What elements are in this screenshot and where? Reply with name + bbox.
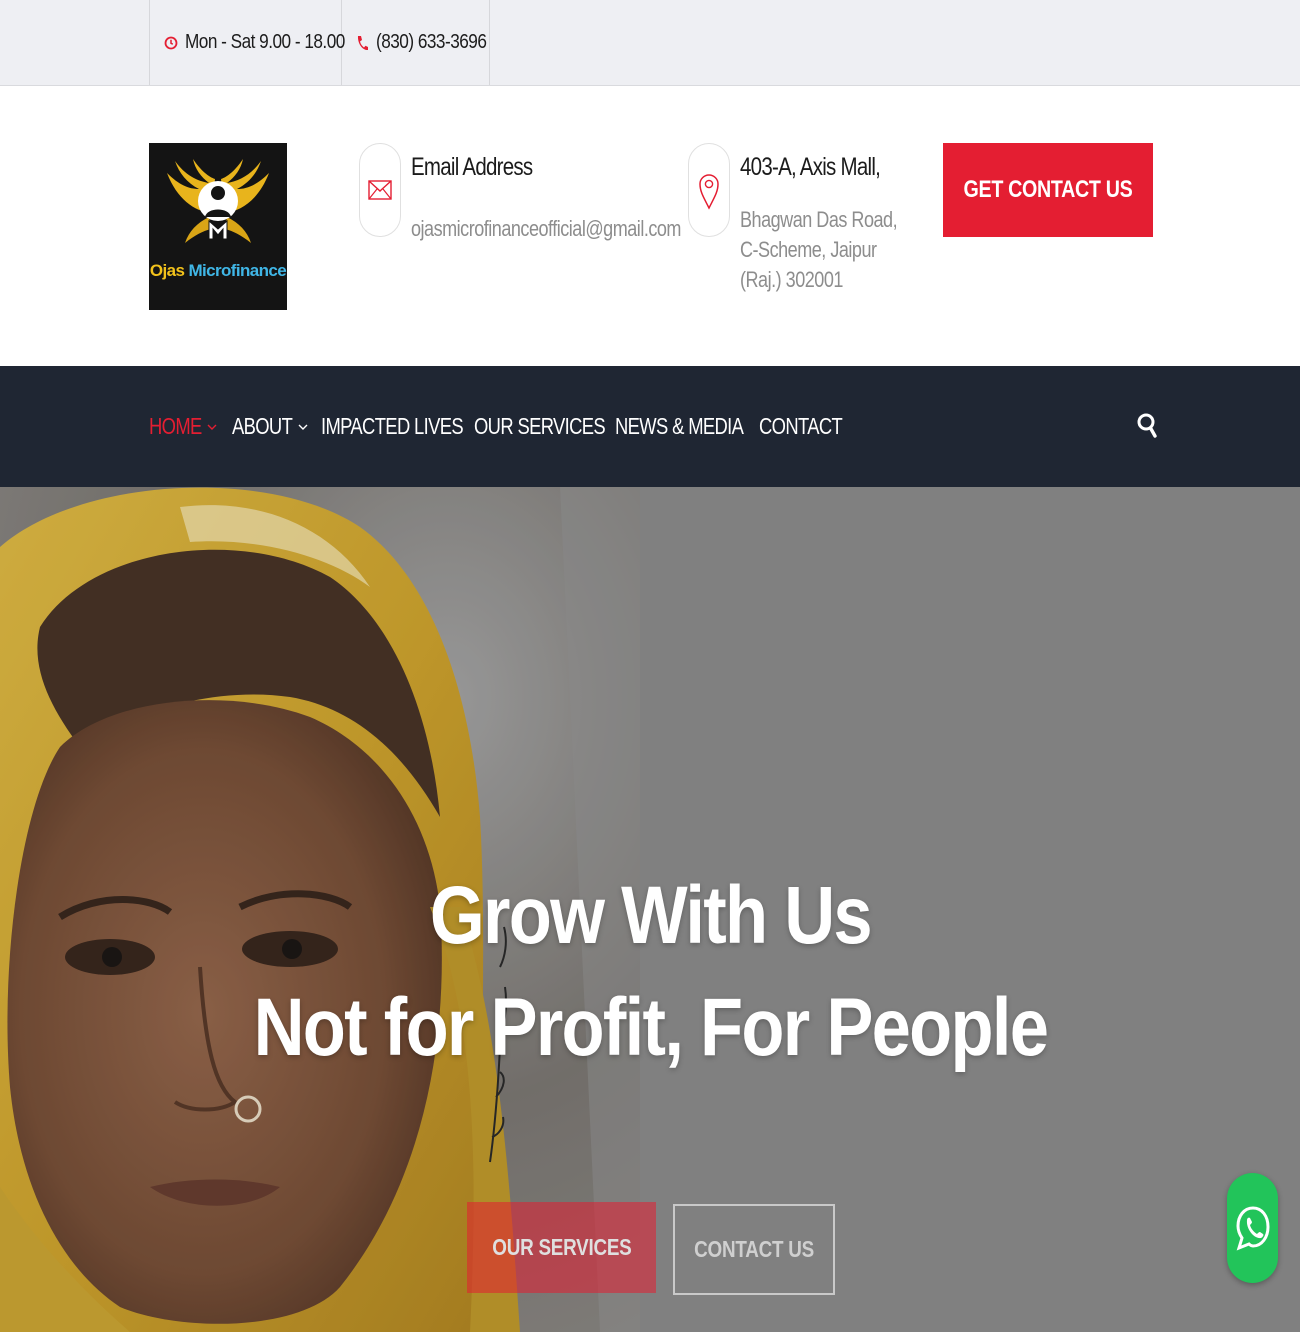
address-line-1: Bhagwan Das Road, xyxy=(740,207,898,232)
logo-word-ojas: Ojas xyxy=(149,261,185,280)
address-title: 403-A, Axis Mall, xyxy=(740,153,881,181)
whatsapp-chat-button[interactable] xyxy=(1227,1173,1278,1283)
phone-number-text: (830) 633-3696 xyxy=(376,31,487,53)
site-logo[interactable]: Ojas Microfinance xyxy=(149,143,287,310)
email-title: Email Address xyxy=(411,153,533,181)
chevron-down-icon xyxy=(207,424,217,430)
nav-item-news-media[interactable]: NEWS & MEDIA xyxy=(615,413,759,440)
nav-label: NEWS & MEDIA xyxy=(615,413,744,439)
nav-label: CONTACT xyxy=(759,413,843,439)
whatsapp-icon xyxy=(1235,1206,1270,1251)
logo-emblem xyxy=(167,159,269,243)
email-value[interactable]: ojasmicrofinanceofficial@gmail.com xyxy=(411,214,681,244)
opening-hours-text: Mon - Sat 9.00 - 18.00 xyxy=(185,31,345,53)
nav-item-home[interactable]: HOME xyxy=(149,413,232,440)
opening-hours: Mon - Sat 9.00 - 18.00 xyxy=(149,0,345,85)
nav-item-contact[interactable]: CONTACT xyxy=(759,413,859,440)
get-contact-us-button[interactable]: GET CONTACT US xyxy=(943,143,1153,237)
hero-subheadline-text: Not for Profit, For People xyxy=(253,982,1048,1073)
hero-headline-text: Grow With Us xyxy=(429,870,872,961)
location-pin-icon xyxy=(699,174,719,210)
phone-icon xyxy=(357,35,368,50)
contact-us-button[interactable]: CONTACT US xyxy=(673,1204,835,1295)
hero-headline: Grow With Us xyxy=(0,869,1300,963)
clock-icon xyxy=(164,36,178,49)
address-line-3: (Raj.) 302001 xyxy=(740,267,843,292)
nav-item-our-services[interactable]: OUR SERVICES xyxy=(474,413,615,440)
hero-banner: Grow With Us Not for Profit, For People … xyxy=(0,487,1300,1332)
nav-item-about[interactable]: ABOUT xyxy=(232,413,321,440)
search-button[interactable] xyxy=(1134,406,1160,446)
search-icon xyxy=(1137,413,1157,438)
nav-item-impacted-lives[interactable]: IMPACTED LIVES xyxy=(321,413,474,440)
chevron-down-icon xyxy=(298,424,308,430)
our-services-button[interactable]: OUR SERVICES xyxy=(467,1202,656,1293)
logo-word-microfinance: Microfinance xyxy=(188,261,287,280)
top-bar: Mon - Sat 9.00 - 18.00 (830) 633-3696 xyxy=(0,0,1300,86)
logo-wordmark: Ojas Microfinance xyxy=(149,261,287,281)
contact-us-label: CONTACT US xyxy=(694,1236,814,1262)
nav-label: OUR SERVICES xyxy=(474,413,606,439)
nav-label: ABOUT xyxy=(232,413,293,439)
get-contact-us-label: GET CONTACT US xyxy=(963,176,1133,203)
phone-number[interactable]: (830) 633-3696 xyxy=(341,0,490,85)
address-line-2: C-Scheme, Jaipur xyxy=(740,237,877,262)
nav-label: HOME xyxy=(149,413,202,439)
hero-subheadline: Not for Profit, For People xyxy=(0,981,1300,1075)
our-services-label: OUR SERVICES xyxy=(491,1234,632,1260)
mail-icon xyxy=(368,180,392,200)
nav-label: IMPACTED LIVES xyxy=(321,413,464,439)
address-icon-badge xyxy=(688,143,730,237)
main-navigation: HOME ABOUT IMPACTED LIVES OUR SERVICES N… xyxy=(0,366,1300,487)
email-icon-badge xyxy=(359,143,401,237)
